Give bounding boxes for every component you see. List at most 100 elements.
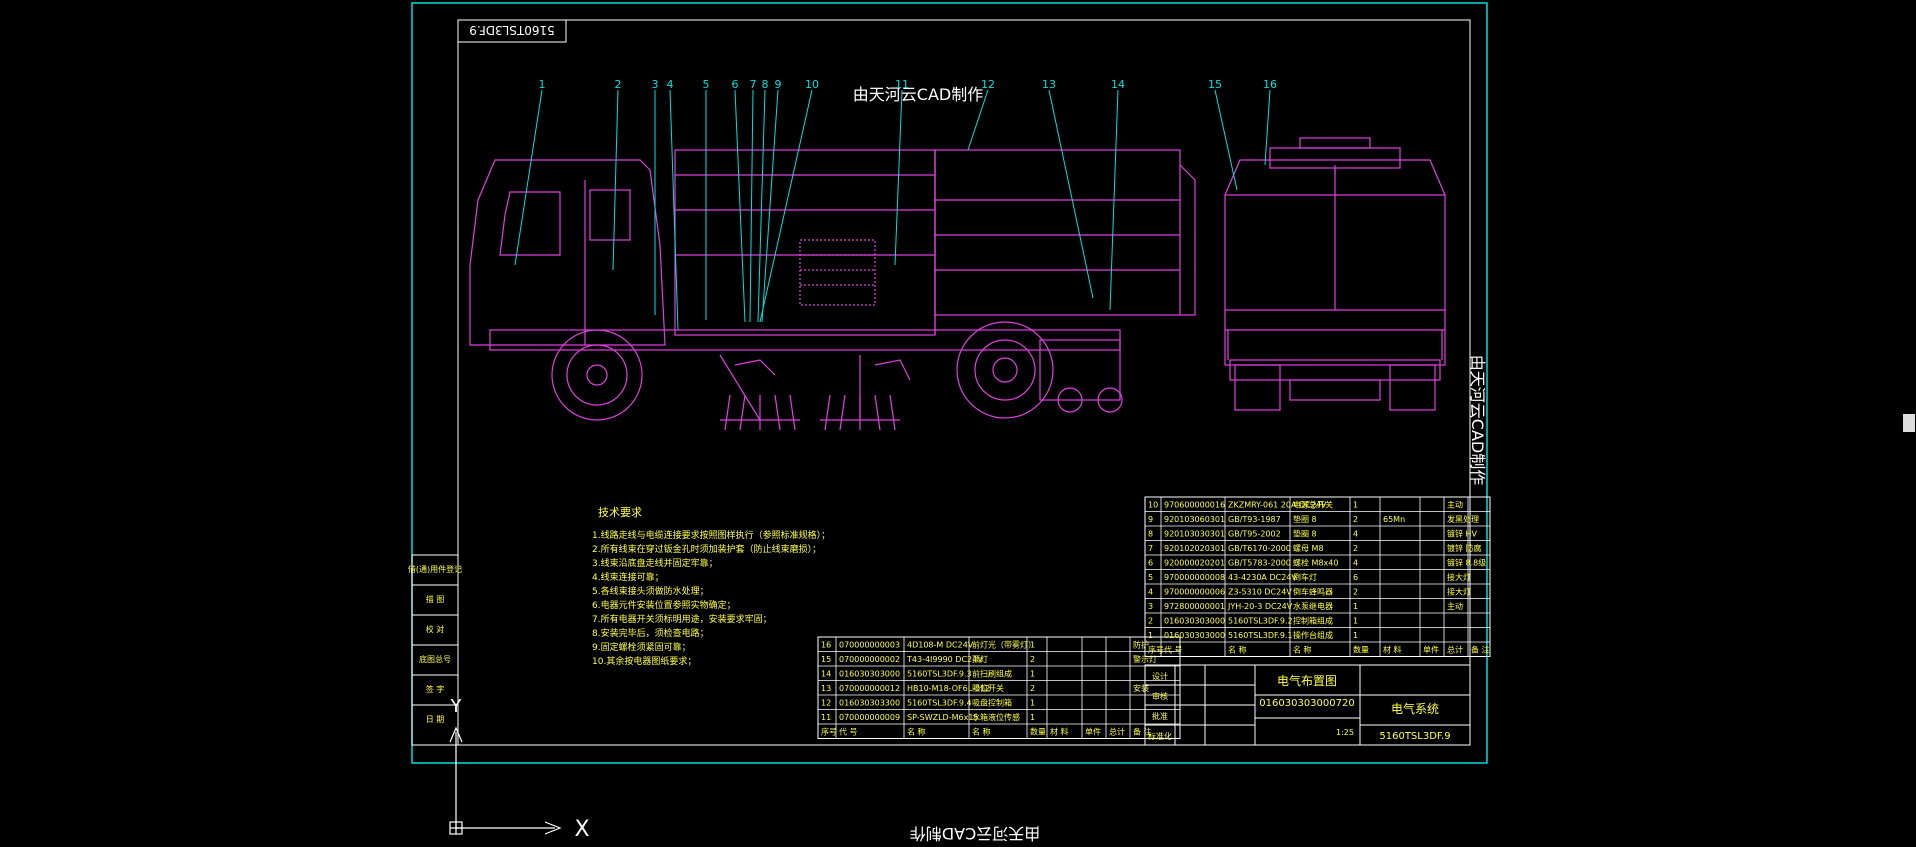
drawing-model: 5160TSL3DF.9 <box>1379 731 1450 742</box>
vehicle-side-view <box>469 149 1196 431</box>
watermark-bottom: 由天河云CAD制作 <box>910 824 1040 843</box>
vertical-scrollbar[interactable] <box>1902 0 1916 847</box>
bom-right-cell: 016030303000 <box>1164 631 1225 640</box>
bom-left-cell: 16 <box>821 641 831 650</box>
strip-label-4: 底图总号 <box>419 654 451 664</box>
rear-tire-right <box>1389 364 1436 411</box>
bom-right-cell: 代 号 <box>1164 645 1183 655</box>
callout-16: 16 <box>1263 78 1277 91</box>
bom-right-cell: 016030303000 <box>1164 617 1225 626</box>
bom-right-cell: 控制箱组成 <box>1293 616 1333 626</box>
cad-canvas[interactable]: 5160TSL3DF.9 由天河云CAD制作 由天河云CAD制作 由天河云CAD… <box>0 0 1916 847</box>
bom-left-cell: 顶灯 <box>972 654 988 664</box>
bom-right-cell: 镀锌 HV <box>1447 529 1478 539</box>
bom-right-cell: 2 <box>1148 617 1153 626</box>
bom-right-cell: 972800000001 <box>1164 602 1225 611</box>
bom-left-cell: 单件 <box>1085 727 1101 737</box>
strip-label-3: 校 对 <box>426 624 445 634</box>
bom-left-cell: 5160TSL3DF.9.4 <box>907 699 972 708</box>
bom-right-cell: 920102020301 <box>1164 544 1225 553</box>
bom-left-cell: 前灯光（带雾灯） <box>972 640 1036 650</box>
bom-right-cell: 5 <box>1148 573 1153 582</box>
bom-right-cell: 总计 <box>1447 645 1463 655</box>
watermark-right: 由天河云CAD制作 <box>1468 355 1487 485</box>
notes-line-3: 3.线束沿底盘走线并固定牢靠； <box>592 557 718 569</box>
bom-right-cell: 8 <box>1148 530 1153 539</box>
strip-label-6: 日 期 <box>426 715 445 724</box>
bom-left-cell: 材 料 <box>1050 727 1069 737</box>
bom-right-cell: 主动 <box>1447 500 1463 510</box>
bom-right-cell: 水泵继电器 <box>1293 601 1333 611</box>
bom-right-cell: GB/T93-1987 <box>1228 515 1281 524</box>
bom-right-cell: 垫圈 8 <box>1293 514 1317 524</box>
bom-right-cell: Z3-5310 DC24V <box>1228 588 1292 597</box>
bom-right-cell: 倒车灯 <box>1293 572 1317 582</box>
bom-right-cell: 43-4230A DC24V <box>1228 573 1297 582</box>
bom-right-cell: 名 称 <box>1228 645 1247 655</box>
bom-right-cell: 3 <box>1148 602 1153 611</box>
technical-notes: 技术要求 1.线路走线与电缆连接要求按照图样执行（参照标准规格）； 2.所有线束… <box>592 506 830 667</box>
bom-right-cell: 接大灯 <box>1447 587 1471 597</box>
strip-label-5: 签 字 <box>426 684 445 694</box>
bom-left-cell: 4D108-M DC24V <box>907 641 974 650</box>
front-wheel <box>551 329 643 421</box>
bom-left-cell: 序号 <box>821 727 837 737</box>
ucs-y-label: Y <box>450 696 463 717</box>
bom-left-cell: 070000000003 <box>839 641 900 650</box>
bom-left-cell: 数量 <box>1030 727 1046 737</box>
bom-right-cell: 1 <box>1148 631 1153 640</box>
bom-left-cell: 016030303300 <box>839 699 900 708</box>
bom-right-cell: 65Mn <box>1383 515 1405 524</box>
bom-right-cell: 5160TSL3DF.9.1 <box>1228 631 1293 640</box>
strip-label-2: 描 图 <box>426 594 445 604</box>
notes-line-5: 5.各线束接头须做防水处理； <box>592 585 709 597</box>
standard-label: 标准化 <box>1148 731 1172 741</box>
notes-line-8: 8.安装完毕后，须检查电路； <box>592 627 709 639</box>
bom-right-cell: 螺栓 M8x40 <box>1293 558 1338 568</box>
bom-right-cell: 1 <box>1353 602 1358 611</box>
bom-left-cell: 2 <box>1030 684 1035 693</box>
bom-left-cell: 总计 <box>1109 727 1125 737</box>
bom-right-cell: 920103030301 <box>1164 530 1225 539</box>
bom-left-cell: 11 <box>821 713 831 722</box>
bom-right-cell: 970600000016 <box>1164 501 1225 510</box>
bom-left-cell: 15 <box>821 655 831 664</box>
bom-right-cell: 9 <box>1148 515 1153 524</box>
rear-wheel <box>956 321 1054 419</box>
bom-left-cell: 1 <box>1030 641 1035 650</box>
bom-right-cell: 数量 <box>1353 645 1369 655</box>
title-stamp: 5160TSL3DF.9 <box>457 19 567 43</box>
callout-labels: 1 2 3 4 5 6 7 8 9 10 11 12 13 14 15 16 <box>539 78 1278 91</box>
bom-left-cell: 限位开关 <box>972 683 1004 693</box>
callout-5: 5 <box>703 78 710 91</box>
filter-panel <box>799 239 876 306</box>
bom-right-cell: 倒车蜂鸣器 <box>1293 587 1333 597</box>
bom-right-cell: 1 <box>1353 501 1358 510</box>
bom-right-cell: 名 称 <box>1293 645 1312 655</box>
bom-right-cell: JYH-20-3 DC24V <box>1227 602 1293 611</box>
bom-right-cell: 主动 <box>1447 601 1463 611</box>
bom-right-cell: 2 <box>1353 515 1358 524</box>
side-brush-right <box>820 355 900 431</box>
scroll-thumb[interactable] <box>1903 414 1915 432</box>
bom-left-cell: 水箱液位传感 <box>972 712 1020 722</box>
bom-left-cell: 070000000009 <box>839 713 900 722</box>
bom-left-cell: 名 称 <box>907 727 926 737</box>
notes-line-9: 9.固定螺栓须紧固可靠； <box>592 641 691 653</box>
bom-right-cell: GB/T5783-2000 <box>1228 559 1291 568</box>
bom-right-cell: 1 <box>1353 631 1358 640</box>
bom-right-cell: 2 <box>1353 588 1358 597</box>
ucs-x-label: X <box>574 817 589 842</box>
bom-left-cell: 吸盘控制箱 <box>972 698 1012 708</box>
bom-left-cell: 1 <box>1030 699 1035 708</box>
bom-right-cell: 材 料 <box>1383 645 1402 655</box>
callout-10: 10 <box>805 78 819 91</box>
suction-unit <box>1039 339 1121 401</box>
bom-left-cell: 1 <box>1030 713 1035 722</box>
bom-right-cell: 4 <box>1148 588 1153 597</box>
bom-right-cell: 4 <box>1353 530 1358 539</box>
callout-13: 13 <box>1042 78 1056 91</box>
notes-line-2: 2.所有线束在穿过钣金孔时须加装护套（防止线束磨损）； <box>592 543 821 555</box>
approve-label: 批准 <box>1152 711 1168 721</box>
cab-window <box>499 191 561 256</box>
